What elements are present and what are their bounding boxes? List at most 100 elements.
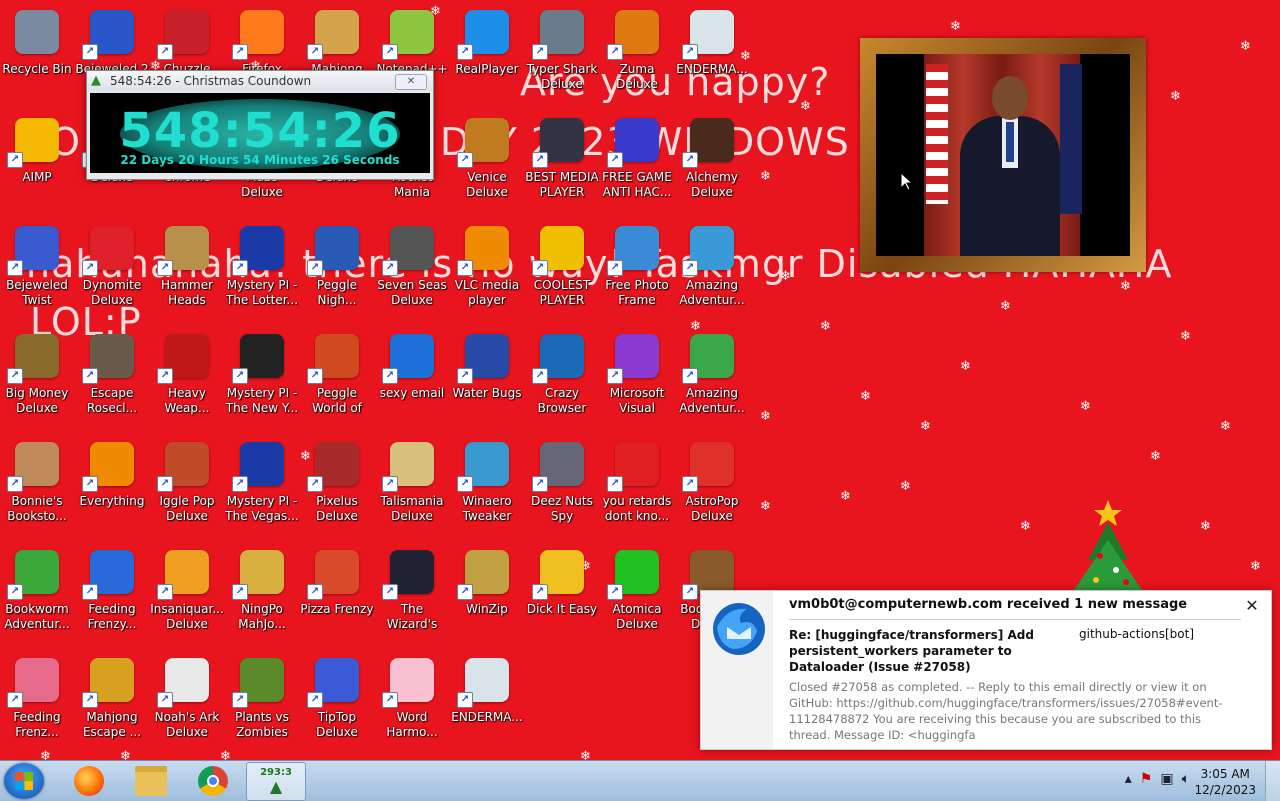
desktop-icon[interactable]: ↗ sexy email [375, 330, 449, 430]
shortcut-arrow-icon: ↗ [382, 44, 398, 60]
desktop-icon-label: AIMP [22, 170, 52, 184]
desktop-icon-label: Crazy Browser [537, 386, 587, 415]
taskbar-firefox[interactable] [60, 762, 118, 799]
desktop-icon[interactable]: ↗ Bonnie's Booksto... [0, 438, 74, 538]
network-icon[interactable]: ▣ [1160, 771, 1173, 787]
desktop-icon[interactable]: ↗ Hammer Heads Deluxe [150, 222, 224, 322]
notification-from: github-actions[bot] [1079, 627, 1195, 641]
you-retards-icon: ↗ [607, 442, 659, 492]
desktop-icon[interactable]: ↗ Water Bugs [450, 330, 524, 430]
desktop-icon[interactable]: ↗ Deez Nuts Spy [525, 438, 599, 538]
notification-close-button[interactable]: ✕ [1243, 597, 1261, 615]
shortcut-arrow-icon: ↗ [82, 692, 98, 708]
desktop-icon-label: Free Photo Frame [605, 278, 669, 307]
desktop-icon[interactable]: ↗ Noah's Ark Deluxe [150, 654, 224, 754]
desktop-icon[interactable]: ↗ Dynomite Deluxe [75, 222, 149, 322]
shortcut-arrow-icon: ↗ [457, 692, 473, 708]
desktop-icon[interactable]: ↗ Zuma Deluxe [600, 6, 674, 106]
desktop-icon[interactable]: ↗ Crazy Browser [525, 330, 599, 430]
desktop-icon[interactable]: ↗ NingPo MahJo... [225, 546, 299, 646]
show-desktop-button[interactable] [1265, 761, 1280, 801]
shortcut-arrow-icon: ↗ [232, 584, 248, 600]
desktop-icon[interactable]: ↗ Feeding Frenzy... [75, 546, 149, 646]
desktop-icon[interactable]: ↗ VLC media player [450, 222, 524, 322]
taskbar-countdown[interactable]: 293:3 ▲ [246, 762, 306, 801]
desktop-icon[interactable]: ↗ Talismania Deluxe [375, 438, 449, 538]
countdown-time: 548:54:26 [119, 103, 401, 159]
desktop-icon[interactable]: ↗ Everything [75, 438, 149, 538]
desktop-icon[interactable]: ↗ Heavy Weap... [150, 330, 224, 430]
desktop-icon[interactable]: ↗ Mahjong Escape ... [75, 654, 149, 754]
clock[interactable]: 3:05 AM 12/2/2023 [1194, 766, 1256, 798]
word-harmony-icon: ↗ [382, 658, 434, 708]
desktop-icon[interactable]: ↗ Typer Shark Deluxe [525, 6, 599, 106]
coolest-player-icon: ↗ [532, 226, 584, 276]
desktop-icon-label: BEST MEDIA PLAYER 20... [525, 170, 599, 199]
desktop-icon[interactable]: ↗ Atomica Deluxe [600, 546, 674, 646]
desktop-icon-label: ENDERMA... [676, 62, 748, 76]
desktop-icon[interactable]: ↗ Insaniquar... Deluxe [150, 546, 224, 646]
desktop-icon[interactable]: ↗ Iggle Pop Deluxe [150, 438, 224, 538]
desktop-icon[interactable]: ↗ Alchemy Deluxe [675, 114, 749, 214]
desktop-icon[interactable]: ↗ WinZip [450, 546, 524, 646]
desktop-icon[interactable]: ↗ Peggle Nigh... [300, 222, 374, 322]
desktop-icon[interactable]: ↗ Escape Rosecl... [75, 330, 149, 430]
desktop-icon[interactable]: ↗ Microsoft Visual Stud... [600, 330, 674, 430]
volume-icon[interactable]: 🔈︎ [1182, 771, 1190, 787]
desktop-icon[interactable]: ↗ Pizza Frenzy [300, 546, 374, 646]
desktop-icon[interactable]: ↗ Dick It Easy [525, 546, 599, 646]
desktop-icon[interactable]: ↗ AIMP [0, 114, 74, 214]
desktop-icon[interactable]: ↗ Amazing Adventur... [675, 330, 749, 430]
desktop-icon[interactable]: ↗ Feeding Frenz... [0, 654, 74, 754]
desktop-icon[interactable]: ↗ Bookworm Adventur... [0, 546, 74, 646]
close-button[interactable]: ✕ [395, 74, 427, 90]
photo-frame-icon: ↗ [607, 226, 659, 276]
desktop-icon[interactable]: ↗ Bejeweled Twist [0, 222, 74, 322]
desktop-icon-label: Bookworm Adventur... [4, 602, 70, 631]
desktop-icon[interactable]: ↗ Free Photo Frame [600, 222, 674, 322]
shortcut-arrow-icon: ↗ [307, 260, 323, 276]
desktop-icon[interactable]: ↗ COOLEST PLAYER [525, 222, 599, 322]
countdown-window[interactable]: ▲ 548:54:26 - Christmas Coundown ✕ 548:5… [86, 70, 434, 180]
snowflake-icon: ❄ [1020, 519, 1031, 534]
mouse-cursor-icon [900, 172, 914, 191]
desktop-icon[interactable]: ↗ ENDERMA... [450, 654, 524, 754]
taskbar-explorer[interactable] [122, 762, 180, 799]
thunderbird-icon [713, 603, 765, 655]
start-button[interactable] [4, 763, 44, 799]
desktop-icon[interactable]: ↗ TipTop Deluxe [300, 654, 374, 754]
firefox-icon: ↗ [232, 10, 284, 60]
desktop-icon[interactable]: ↗ you retards dont kno... [600, 438, 674, 538]
desktop-icon[interactable]: ↗ Mystery PI - The New Y... [225, 330, 299, 430]
desktop-icon[interactable]: ↗ Mystery PI - The Vegas... [225, 438, 299, 538]
desktop-icon[interactable]: ↗ ENDERMA... [675, 6, 749, 106]
desktop-icon[interactable]: ↗ Pixelus Deluxe [300, 438, 374, 538]
chevron-up-icon[interactable]: ▴ [1125, 771, 1132, 787]
desktop-icon-label: Amazing Adventur... [679, 278, 745, 307]
mail-notification[interactable]: vm0b0t@computernewb.com received 1 new m… [700, 590, 1272, 750]
desktop-icon[interactable]: ↗ Mystery PI - The Lotter... [225, 222, 299, 322]
desktop-icon[interactable]: ↗ FREE GAME ANTI HAC... [600, 114, 674, 214]
desktop-icon[interactable]: ↗ Plants vs Zombies [225, 654, 299, 754]
desktop-icon[interactable]: ↗ AstroPop Deluxe [675, 438, 749, 538]
desktop-icon[interactable]: Recycle Bin [0, 6, 74, 106]
desktop-icon[interactable]: ↗ Peggle World of Warcraft ... [300, 330, 374, 430]
desktop-icon-label: NingPo MahJo... [238, 602, 286, 631]
flag-icon[interactable]: ⚑ [1140, 771, 1153, 787]
countdown-titlebar[interactable]: ▲ 548:54:26 - Christmas Coundown [87, 71, 433, 91]
desktop-icon[interactable]: ↗ Seven Seas Deluxe [375, 222, 449, 322]
desktop-icon[interactable]: ↗ Big Money Deluxe [0, 330, 74, 430]
shortcut-arrow-icon: ↗ [157, 476, 173, 492]
desktop-icon[interactable]: ↗ RealPlayer [450, 6, 524, 106]
desktop-icon[interactable]: ↗ BEST MEDIA PLAYER 20... [525, 114, 599, 214]
bookworm-adventures-icon: ↗ [7, 550, 59, 600]
notification-subject[interactable]: Re: [huggingface/transformers] Add persi… [789, 627, 1059, 675]
desktop-icon[interactable]: ↗ Word Harmo... [375, 654, 449, 754]
feeding-frenzy-icon: ↗ [7, 658, 59, 708]
desktop-icon[interactable]: ↗ Venice Deluxe [450, 114, 524, 214]
chrome-icon [198, 765, 228, 796]
desktop-icon[interactable]: ↗ Winaero Tweaker [450, 438, 524, 538]
taskbar-chrome[interactable] [184, 762, 242, 799]
desktop-icon[interactable]: ↗ Amazing Adventur... [675, 222, 749, 322]
desktop-icon[interactable]: ↗ The Wizard's Pen [375, 546, 449, 646]
